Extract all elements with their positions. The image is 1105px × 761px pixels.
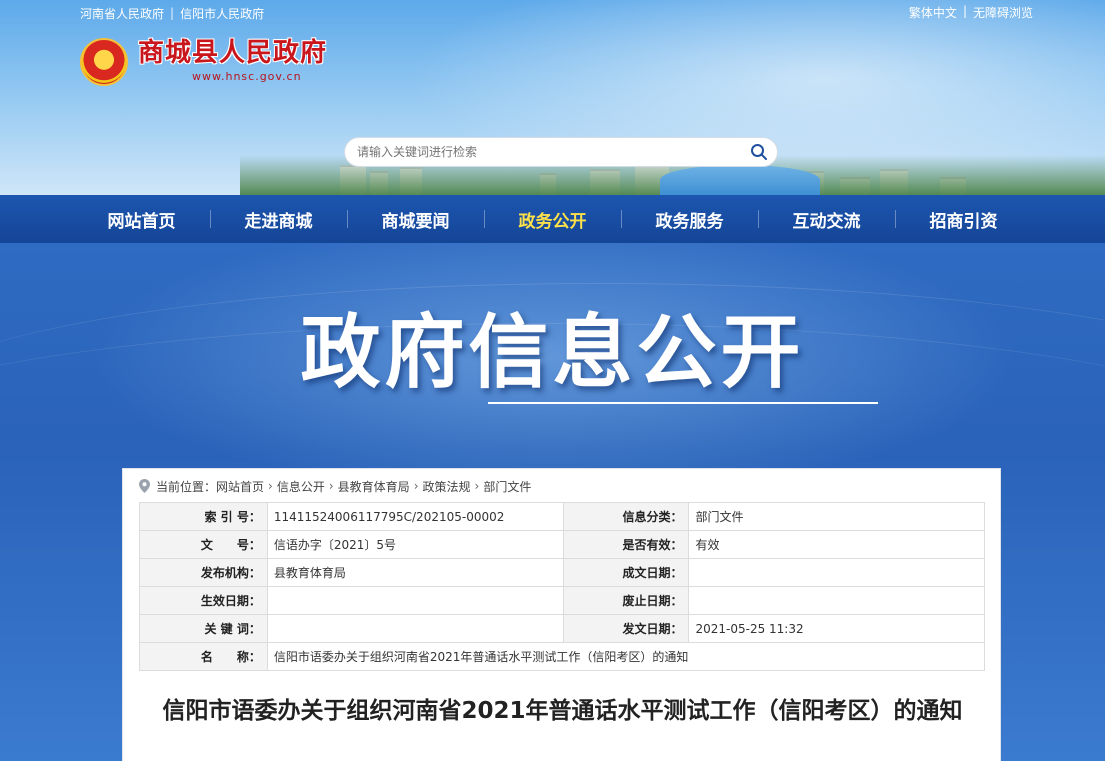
published-label: 发文日期： <box>562 614 690 643</box>
search-icon <box>751 144 767 160</box>
doc-no-label: 文 号： <box>139 530 268 559</box>
content-card: 当前位置： 网站首页 › 信息公开 › 县教育体育局 › 政策法规 › 部门文件… <box>122 468 1001 761</box>
table-row: 索 引 号： 11411524006117795C/202105-00002 信… <box>139 502 985 531</box>
index-no-value: 11411524006117795C/202105-00002 <box>266 502 564 531</box>
nav-item-gov-affairs[interactable]: 政务公开 <box>484 195 621 243</box>
breadcrumb-policy[interactable]: 政策法规 <box>423 478 471 495</box>
published-value: 2021-05-25 11:32 <box>688 614 985 643</box>
nav-item-home[interactable]: 网站首页 <box>73 195 210 243</box>
nav-item-news[interactable]: 商城要闻 <box>347 195 484 243</box>
search-button[interactable] <box>741 138 777 166</box>
created-value <box>688 558 985 587</box>
valid-value: 有效 <box>688 530 985 559</box>
breadcrumb-separator: › <box>268 479 273 493</box>
breadcrumb-separator: › <box>413 479 419 493</box>
accessibility-link[interactable]: 无障碍浏览 <box>973 4 1033 22</box>
search-box <box>344 137 778 167</box>
nav-item-services[interactable]: 政务服务 <box>621 195 758 243</box>
index-no-label: 索 引 号： <box>139 502 268 531</box>
created-label: 成文日期： <box>562 558 690 587</box>
breadcrumb-info-public[interactable]: 信息公开 <box>277 478 325 495</box>
breadcrumb: 当前位置： 网站首页 › 信息公开 › 县教育体育局 › 政策法规 › 部门文件 <box>139 477 531 495</box>
site-header: 河南省人民政府 | 信阳市人民政府 繁体中文 | 无障碍浏览 商城县人民政府 w… <box>0 0 1105 195</box>
emblem-icon <box>80 38 128 86</box>
location-pin-icon <box>139 479 150 493</box>
nav-item-interaction[interactable]: 互动交流 <box>758 195 895 243</box>
top-links: 河南省人民政府 | 信阳市人民政府 <box>80 4 264 22</box>
nav-item-investment[interactable]: 招商引资 <box>895 195 1032 243</box>
breadcrumb-edu-bureau[interactable]: 县教育体育局 <box>338 478 410 495</box>
breadcrumb-prefix: 当前位置： <box>156 479 217 494</box>
search-input[interactable] <box>357 145 741 159</box>
table-row: 文 号： 信语办字〔2021〕5号 是否有效： 有效 <box>139 530 985 559</box>
breadcrumb-dept-docs[interactable]: 部门文件 <box>483 478 531 495</box>
traditional-chinese-link[interactable]: 繁体中文 <box>909 4 957 22</box>
top-right-links: 繁体中文 | 无障碍浏览 <box>909 4 1033 22</box>
document-info-table: 索 引 号： 11411524006117795C/202105-00002 信… <box>139 502 986 671</box>
publisher-label: 发布机构： <box>139 558 268 587</box>
breadcrumb-separator: › <box>328 479 334 493</box>
abolished-value <box>688 586 985 615</box>
document-title: 信阳市语委办关于组织河南省2021年普通话水平测试工作（信阳考区）的通知 <box>162 698 963 724</box>
name-label: 名 称： <box>139 642 268 671</box>
site-url: www.hnsc.gov.cn <box>192 70 302 83</box>
table-row: 生效日期： 废止日期： <box>139 586 985 615</box>
valid-label: 是否有效： <box>562 530 690 559</box>
name-value: 信阳市语委办关于组织河南省2021年普通话水平测试工作（信阳考区）的通知 <box>266 642 986 671</box>
keywords-value <box>266 614 564 643</box>
table-row: 关 键 词： 发文日期： 2021-05-25 11:32 <box>139 614 985 643</box>
breadcrumb-home[interactable]: 网站首页 <box>216 478 264 495</box>
breadcrumb-separator: › <box>474 479 480 493</box>
site-title: 商城县人民政府 <box>138 38 328 68</box>
doc-no-value: 信语办字〔2021〕5号 <box>266 530 564 559</box>
main-nav: 网站首页 走进商城 商城要闻 政务公开 政务服务 互动交流 招商引资 <box>0 195 1105 243</box>
table-row: 发布机构： 县教育体育局 成文日期： <box>139 558 985 587</box>
banner-underline <box>488 402 878 404</box>
banner-title: 政府信息公开 <box>300 306 805 399</box>
link-henan-gov[interactable]: 河南省人民政府 <box>80 5 164 22</box>
effective-label: 生效日期： <box>139 586 268 615</box>
divider: | <box>170 6 175 20</box>
keywords-label: 关 键 词： <box>139 614 268 643</box>
publisher-value: 县教育体育局 <box>266 558 564 587</box>
effective-value <box>266 586 564 615</box>
nav-item-about[interactable]: 走进商城 <box>210 195 347 243</box>
divider: | <box>962 4 967 18</box>
abolished-label: 废止日期： <box>562 586 690 615</box>
site-logo[interactable]: 商城县人民政府 www.hnsc.gov.cn <box>80 38 327 86</box>
category-label: 信息分类： <box>562 502 690 531</box>
link-xinyang-gov[interactable]: 信阳市人民政府 <box>180 5 264 22</box>
table-row: 名 称： 信阳市语委办关于组织河南省2021年普通话水平测试工作（信阳考区）的通… <box>139 642 986 671</box>
category-value: 部门文件 <box>688 502 985 531</box>
